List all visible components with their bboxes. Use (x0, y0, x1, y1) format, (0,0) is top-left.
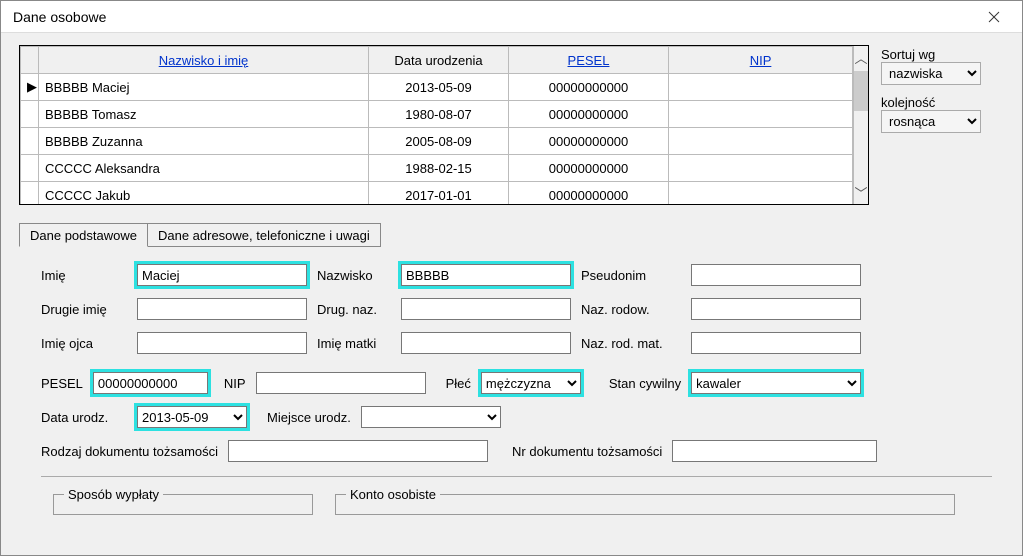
label-naz-rod-mat: Naz. rod. mat. (581, 336, 681, 351)
legend-konto: Konto osobiste (346, 487, 440, 502)
order-label: kolejność (881, 95, 1001, 110)
input-imie[interactable] (137, 264, 307, 286)
sort-panel: Sortuj wg nazwiska kolejność rosnąca (881, 45, 1001, 205)
col-dob-header: Data urodzenia (394, 53, 482, 68)
scroll-thumb[interactable] (854, 71, 868, 111)
table-header-row: Nazwisko i imię Data urodzenia PESEL NIP (21, 47, 853, 74)
scroll-up-icon[interactable]: ︿ (855, 46, 868, 69)
label-drugie-imie: Drugie imię (41, 302, 127, 317)
label-stan: Stan cywilny (609, 376, 681, 391)
group-konto: Konto osobiste (335, 487, 955, 515)
table-scrollbar[interactable]: ︿ ﹀ (853, 46, 868, 204)
close-icon (988, 11, 1000, 23)
input-drugie-imie[interactable] (137, 298, 307, 320)
col-name-header[interactable]: Nazwisko i imię (159, 53, 249, 68)
label-imie-ojca: Imię ojca (41, 336, 127, 351)
sort-by-label: Sortuj wg (881, 47, 1001, 62)
group-sposob-wyplaty: Sposób wypłaty (53, 487, 313, 515)
input-nip[interactable] (256, 372, 426, 394)
select-stan[interactable]: kawaler (691, 372, 861, 394)
window-title: Dane osobowe (13, 9, 106, 25)
input-nr-doc[interactable] (672, 440, 877, 462)
select-plec[interactable]: mężczyzna (481, 372, 581, 394)
select-rodzaj-doc[interactable]: dowód (228, 440, 488, 462)
input-naz-rodow[interactable] (691, 298, 861, 320)
close-button[interactable] (974, 3, 1014, 31)
input-drug-naz[interactable] (401, 298, 571, 320)
col-pesel-header[interactable]: PESEL (568, 53, 610, 68)
label-imie: Imię (41, 268, 127, 283)
select-data-urodz[interactable]: 2013-05-09 (137, 406, 247, 428)
label-nip: NIP (224, 376, 246, 391)
sort-by-select[interactable]: nazwiska (881, 62, 981, 85)
label-imie-matki: Imię matki (317, 336, 391, 351)
label-pseudonim: Pseudonim (581, 268, 681, 283)
titlebar: Dane osobowe (1, 1, 1022, 33)
legend-sposob-wyplaty: Sposób wypłaty (64, 487, 163, 502)
persons-table[interactable]: Nazwisko i imię Data urodzenia PESEL NIP… (19, 45, 869, 205)
col-nip-header[interactable]: NIP (750, 53, 772, 68)
select-miejsce[interactable] (361, 406, 501, 428)
table-row[interactable]: CCCCC Jakub2017-01-0100000000000 (21, 182, 853, 205)
table-row[interactable]: BBBBB Zuzanna2005-08-0900000000000 (21, 128, 853, 155)
table-row[interactable]: BBBBB Tomasz1980-08-0700000000000 (21, 101, 853, 128)
label-nazwisko: Nazwisko (317, 268, 391, 283)
table-row[interactable]: ▶BBBBB Maciej2013-05-0900000000000 (21, 74, 853, 101)
scroll-down-icon[interactable]: ﹀ (855, 181, 868, 204)
window: Dane osobowe Nazwisko i imię Data urodze… (0, 0, 1023, 556)
tab-address[interactable]: Dane adresowe, telefoniczne i uwagi (147, 223, 381, 247)
label-data-urodz: Data urodz. (41, 410, 127, 425)
form-basic: Imię Nazwisko Pseudonim Drugie imię Drug… (19, 247, 1004, 515)
table-row[interactable]: CCCCC Aleksandra1988-02-1500000000000 (21, 155, 853, 182)
label-naz-rodow: Naz. rodow. (581, 302, 681, 317)
input-imie-matki[interactable] (401, 332, 571, 354)
label-pesel: PESEL (41, 376, 83, 391)
input-imie-ojca[interactable] (137, 332, 307, 354)
tabs: Dane podstawowe Dane adresowe, telefonic… (19, 223, 1004, 247)
label-plec: Płeć (446, 376, 471, 391)
input-pesel[interactable] (93, 372, 208, 394)
label-drug-naz: Drug. naz. (317, 302, 391, 317)
order-select[interactable]: rosnąca (881, 110, 981, 133)
input-nazwisko[interactable] (401, 264, 571, 286)
input-naz-rod-mat[interactable] (691, 332, 861, 354)
label-nr-doc: Nr dokumentu tożsamości (512, 444, 662, 459)
label-miejsce: Miejsce urodz. (267, 410, 351, 425)
label-rodzaj-doc: Rodzaj dokumentu tożsamości (41, 444, 218, 459)
tab-basic[interactable]: Dane podstawowe (19, 223, 148, 247)
input-pseudonim[interactable] (691, 264, 861, 286)
